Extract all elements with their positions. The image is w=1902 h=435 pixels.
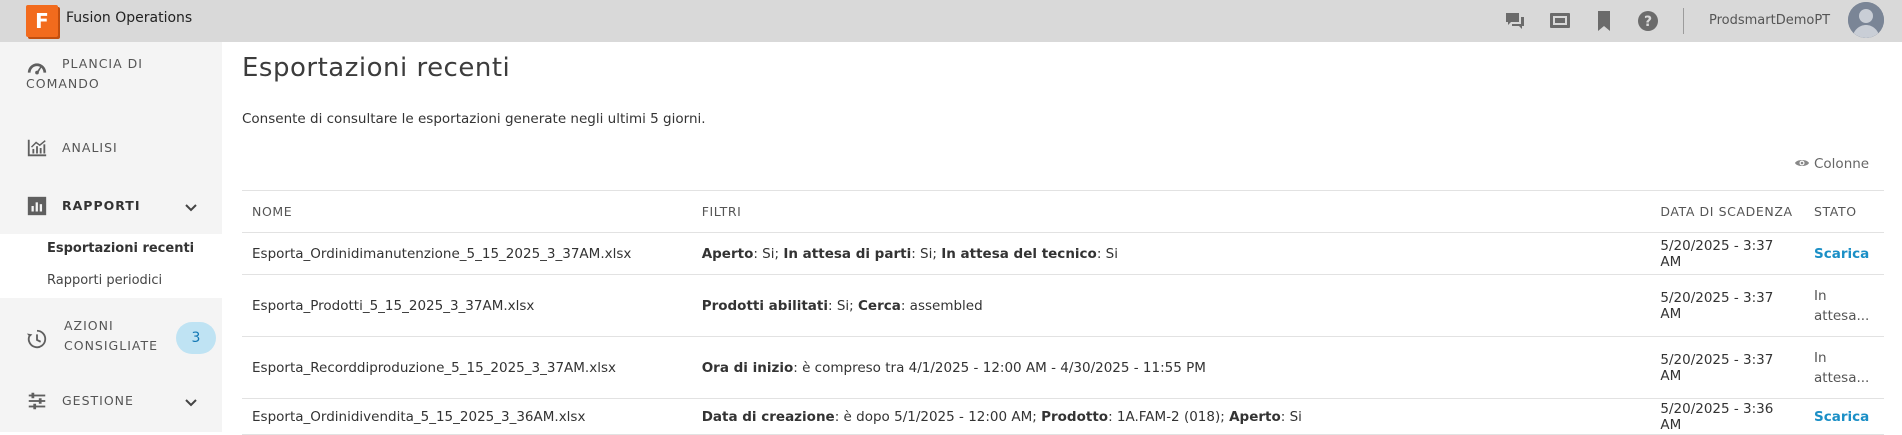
cell-expiry: 5/20/2025 - 3:37 AM <box>1650 232 1804 275</box>
top-bar: F Fusion Operations ? ProdsmartDemoPT <box>0 0 1902 42</box>
cell-expiry: 5/20/2025 - 3:37 AM <box>1650 274 1804 337</box>
chevron-down-icon[interactable] <box>184 396 198 410</box>
column-header-filters[interactable]: FILTRI <box>691 190 1651 233</box>
table-row: Esporta_Prodotti_5_15_2025_3_37AM.xlsx P… <box>242 274 1884 337</box>
column-header-status[interactable]: STATO <box>1804 190 1884 233</box>
sidebar-item-label: ANALISI <box>62 140 118 155</box>
cell-filters: Prodotti abilitati: Si; Cerca: assembled <box>691 274 1651 337</box>
history-icon <box>26 328 48 350</box>
column-header-expiry[interactable]: DATA DI SCADENZA <box>1650 190 1804 233</box>
sidebar-item-label: GESTIONE <box>62 393 134 408</box>
topbar-divider <box>1683 8 1684 34</box>
sidebar-item-analysis[interactable]: ANALISI <box>0 135 222 163</box>
cell-status: Scarica <box>1804 398 1884 435</box>
cell-name: Esporta_Ordinidimanutenzione_5_15_2025_3… <box>242 232 692 275</box>
eye-icon <box>1795 160 1809 166</box>
display-icon[interactable] <box>1548 9 1572 33</box>
cell-status: In attesa... <box>1804 336 1884 399</box>
sidebar-subitem-periodic-reports[interactable]: Rapporti periodici <box>0 266 222 298</box>
page-title: Esportazioni recenti <box>242 53 511 83</box>
cell-expiry: 5/20/2025 - 3:37 AM <box>1650 336 1804 399</box>
sidebar-item-reports[interactable]: RAPPORTI <box>0 193 222 221</box>
columns-button[interactable]: Colonne <box>1794 156 1869 172</box>
chat-icon[interactable] <box>1503 9 1527 33</box>
sidebar-item-label: PLANCIA DI <box>62 56 143 71</box>
table-row: Esporta_Ordinidimanutenzione_5_15_2025_3… <box>242 232 1884 275</box>
main-content: Esportazioni recenti Consente di consult… <box>222 42 1902 435</box>
report-icon <box>26 195 48 217</box>
chart-icon <box>26 137 48 159</box>
page-description: Consente di consultare le esportazioni g… <box>242 111 706 127</box>
cell-filters: Data di creazione: è dopo 5/1/2025 - 12:… <box>691 398 1651 435</box>
user-avatar-icon[interactable] <box>1848 2 1884 38</box>
status-pending: In attesa... <box>1814 287 1870 324</box>
svg-text:?: ? <box>1644 14 1652 30</box>
chevron-down-icon[interactable] <box>184 201 198 215</box>
download-link[interactable]: Scarica <box>1814 409 1869 425</box>
sidebar-item-label: COMANDO <box>26 76 100 91</box>
cell-expiry: 5/20/2025 - 3:36 AM <box>1650 398 1804 435</box>
sidebar-item-label: RAPPORTI <box>62 198 141 213</box>
app-title[interactable]: Fusion Operations <box>66 10 192 26</box>
columns-button-label: Colonne <box>1814 156 1870 172</box>
column-header-name[interactable]: NOME <box>242 190 692 233</box>
exports-table: NOME FILTRI DATA DI SCADENZA STATO Espor… <box>242 190 1884 435</box>
status-pending: In attesa... <box>1814 349 1870 386</box>
sidebar-subitem-label: Esportazioni recenti <box>47 241 195 256</box>
bookmark-icon[interactable] <box>1592 9 1616 33</box>
table-row: Esporta_Recorddiproduzione_5_15_2025_3_3… <box>242 336 1884 399</box>
sidebar-item-management[interactable]: GESTIONE <box>0 388 222 416</box>
sidebar-item-label: AZIONI <box>64 318 114 333</box>
cell-filters: Aperto: Si; In attesa di parti: Si; In a… <box>691 232 1651 275</box>
cell-status: In attesa... <box>1804 274 1884 337</box>
sidebar-subitem-label: Rapporti periodici <box>47 273 163 288</box>
sidebar-subitem-recent-exports[interactable]: Esportazioni recenti <box>0 234 222 266</box>
username[interactable]: ProdsmartDemoPT <box>1709 13 1830 28</box>
download-link[interactable]: Scarica <box>1814 246 1869 262</box>
table-row: Esporta_Ordinidivendita_5_15_2025_3_36AM… <box>242 398 1884 435</box>
table-header-row: NOME FILTRI DATA DI SCADENZA STATO <box>242 190 1884 233</box>
sliders-icon <box>26 390 48 412</box>
sidebar-item-dashboard[interactable]: PLANCIA DI COMANDO <box>0 54 222 102</box>
fusion-logo-icon[interactable]: F <box>26 5 58 37</box>
cell-status: Scarica <box>1804 232 1884 275</box>
cell-name: Esporta_Recorddiproduzione_5_15_2025_3_3… <box>242 336 692 399</box>
cell-filters: Ora di inizio: è compreso tra 4/1/2025 -… <box>691 336 1651 399</box>
cell-name: Esporta_Prodotti_5_15_2025_3_37AM.xlsx <box>242 274 692 337</box>
sidebar-item-recommended-actions[interactable]: AZIONI CONSIGLIATE 3 <box>0 316 222 360</box>
cell-name: Esporta_Ordinidivendita_5_15_2025_3_36AM… <box>242 398 692 435</box>
count-badge: 3 <box>176 322 216 354</box>
sidebar: PLANCIA DI COMANDO ANALISI RAPPORTI Espo… <box>0 42 222 432</box>
sidebar-item-label: CONSIGLIATE <box>64 338 158 353</box>
help-icon[interactable]: ? <box>1636 9 1660 33</box>
